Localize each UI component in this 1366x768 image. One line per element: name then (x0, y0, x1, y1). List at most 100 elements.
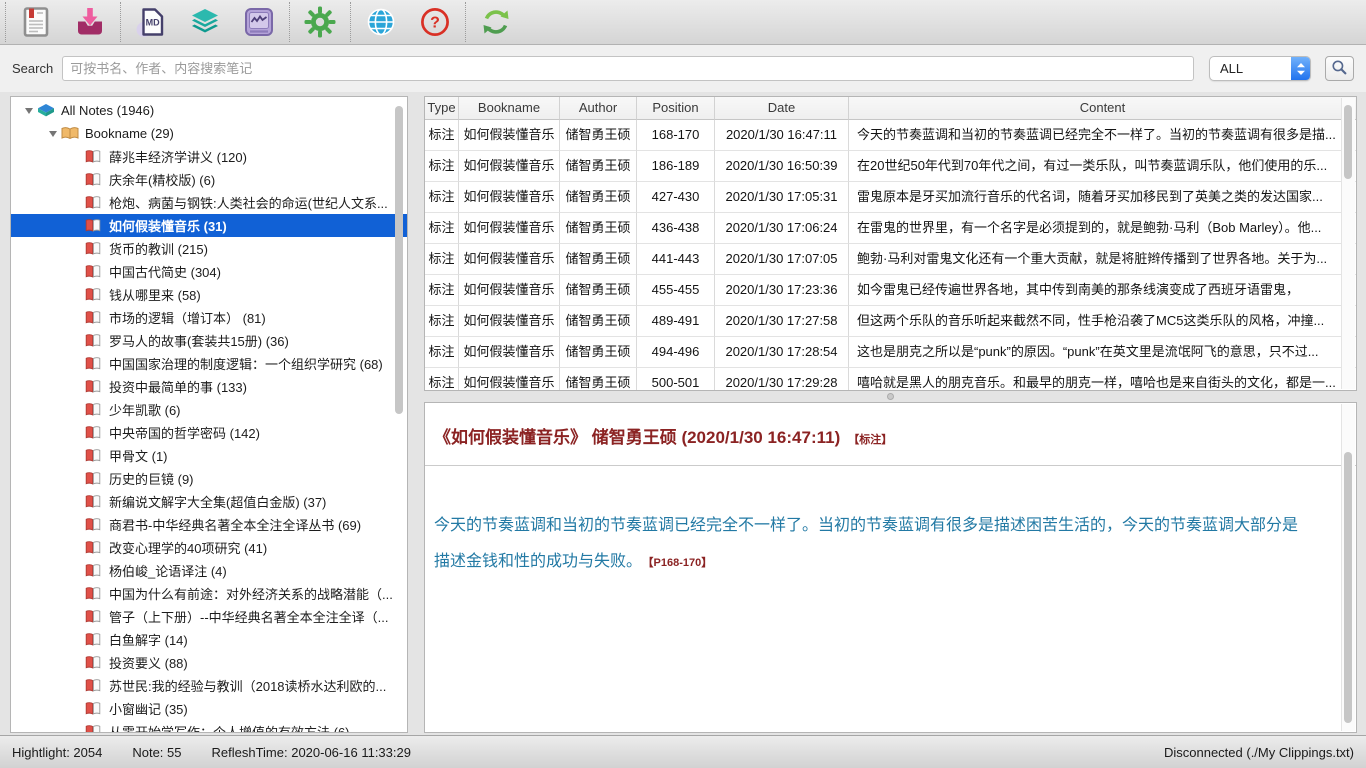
sidebar-item[interactable]: 货币的教训 (215) (11, 237, 407, 260)
layers-button[interactable] (187, 4, 223, 40)
sidebar-item[interactable]: 苏世民:我的经验与教训（2018读桥水达利欧的... (11, 674, 407, 697)
table-cell: 储智勇王硕 (560, 275, 637, 306)
sidebar-item[interactable]: 薛兆丰经济学讲义 (120) (11, 145, 407, 168)
table-row[interactable]: 标注如何假装懂音乐储智勇王硕168-1702020/1/30 16:47:11今… (425, 120, 1356, 151)
sidebar-item-label: 钱从哪里来 (58) (109, 285, 201, 304)
book-icon (85, 724, 104, 734)
sidebar-item[interactable]: 罗马人的故事(套装共15册) (36) (11, 329, 407, 352)
sidebar-item[interactable]: 杨伯峻_论语译注 (4) (11, 559, 407, 582)
book-icon (85, 540, 104, 556)
toolbar-separator (350, 2, 351, 42)
table-cell: 标注 (425, 182, 459, 213)
markdown-button[interactable]: MD (133, 4, 169, 40)
sidebar-item[interactable]: 甲骨文 (1) (11, 444, 407, 467)
table-cell: 标注 (425, 213, 459, 244)
sidebar-item[interactable]: 从零开始学写作：个人增值的有效方法 (6) (11, 720, 407, 733)
sidebar-scrollbar[interactable] (393, 98, 406, 731)
web-button[interactable] (363, 4, 399, 40)
sidebar-item[interactable]: 白鱼解字 (14) (11, 628, 407, 651)
table-cell: 2020/1/30 17:27:58 (715, 306, 849, 337)
sidebar-item[interactable]: Bookname (29) (11, 122, 407, 145)
status-note-count: Note: 55 (132, 745, 181, 760)
table-row[interactable]: 标注如何假装懂音乐储智勇王硕427-4302020/1/30 17:05:31雷… (425, 182, 1356, 213)
sync-button[interactable] (478, 4, 514, 40)
sidebar-item[interactable]: 投资中最简单的事 (133) (11, 375, 407, 398)
sidebar-item[interactable]: 投资要义 (88) (11, 651, 407, 674)
table-row[interactable]: 标注如何假装懂音乐储智勇王硕186-1892020/1/30 16:50:39在… (425, 151, 1356, 182)
import-button[interactable] (72, 4, 108, 40)
dropdown-stepper-icon (1291, 57, 1310, 80)
sidebar-item[interactable]: 钱从哪里来 (58) (11, 283, 407, 306)
book-icon (85, 609, 104, 625)
table-cell: 标注 (425, 337, 459, 368)
table-cell: 如何假装懂音乐 (459, 275, 560, 306)
sidebar-item[interactable]: 管子（上下册）--中华经典名著全本全注全译（... (11, 605, 407, 628)
notes-button[interactable] (18, 4, 54, 40)
detail-scrollbar[interactable] (1341, 404, 1355, 731)
table-row[interactable]: 标注如何假装懂音乐储智勇王硕455-4552020/1/30 17:23:36如… (425, 275, 1356, 306)
table-cell: 2020/1/30 16:50:39 (715, 151, 849, 182)
table-cell: 标注 (425, 120, 459, 151)
sidebar-item-label: 甲骨文 (1) (109, 446, 168, 465)
sidebar-item[interactable]: 少年凯歌 (6) (11, 398, 407, 421)
expand-triangle-icon[interactable] (21, 108, 37, 114)
sidebar-item[interactable]: 中国国家治理的制度逻辑：一个组织学研究 (68) (11, 352, 407, 375)
table-row[interactable]: 标注如何假装懂音乐储智勇王硕436-4382020/1/30 17:06:24在… (425, 213, 1356, 244)
column-header-content[interactable]: Content (849, 97, 1356, 120)
table-row[interactable]: 标注如何假装懂音乐储智勇王硕500-5012020/1/30 17:29:28嘻… (425, 368, 1356, 391)
filter-dropdown[interactable]: ALL (1209, 56, 1311, 81)
sidebar-item-label: 商君书-中华经典名著全本全注全译丛书 (69) (109, 515, 361, 534)
table-row[interactable]: 标注如何假装懂音乐储智勇王硕441-4432020/1/30 17:07:05鲍… (425, 244, 1356, 275)
sidebar-item[interactable]: 市场的逻辑（增订本） (81) (11, 306, 407, 329)
sidebar-item[interactable]: 小窗幽记 (35) (11, 697, 407, 720)
sidebar-item[interactable]: 庆余年(精校版) (6) (11, 168, 407, 191)
sidebar-item-label: 中国国家治理的制度逻辑：一个组织学研究 (68) (109, 354, 383, 373)
column-header-date[interactable]: Date (715, 97, 849, 120)
sidebar-item[interactable]: 历史的巨镜 (9) (11, 467, 407, 490)
table-cell: 427-430 (637, 182, 715, 213)
sidebar-item[interactable]: 中央帝国的哲学密码 (142) (11, 421, 407, 444)
sidebar-item-label: 庆余年(精校版) (6) (109, 170, 215, 189)
detail-type-tag: 【标注】 (848, 434, 892, 446)
book-icon (85, 287, 104, 303)
panel-splitter[interactable] (424, 391, 1357, 402)
column-header-type[interactable]: Type (425, 97, 459, 120)
sidebar-item[interactable]: 改变心理学的40项研究 (41) (11, 536, 407, 559)
table-cell: 如何假装懂音乐 (459, 368, 560, 391)
help-button[interactable]: ? (417, 4, 453, 40)
column-header-bookname[interactable]: Bookname (459, 97, 560, 120)
table-scrollbar-thumb[interactable] (1344, 105, 1352, 179)
import-icon (74, 6, 106, 38)
sidebar-item[interactable]: 中国为什么有前途：对外经济关系的战略潜能（... (11, 582, 407, 605)
sidebar-item-label: 管子（上下册）--中华经典名著全本全注全译（... (109, 607, 389, 626)
book-icon (85, 632, 104, 648)
table-cell: 标注 (425, 368, 459, 391)
book-icon (85, 494, 104, 510)
sidebar-scrollbar-thumb[interactable] (395, 106, 403, 414)
search-input[interactable] (62, 56, 1194, 81)
table-row[interactable]: 标注如何假装懂音乐储智勇王硕494-4962020/1/30 17:28:54这… (425, 337, 1356, 368)
statistics-button[interactable] (241, 4, 277, 40)
table-row[interactable]: 标注如何假装懂音乐储智勇王硕489-4912020/1/30 17:27:58但… (425, 306, 1356, 337)
table-body: 标注如何假装懂音乐储智勇王硕168-1702020/1/30 16:47:11今… (425, 120, 1356, 391)
splitter-handle-icon (887, 393, 894, 400)
search-button[interactable] (1325, 56, 1354, 81)
sidebar-item[interactable]: 商君书-中华经典名著全本全注全译丛书 (69) (11, 513, 407, 536)
column-header-author[interactable]: Author (560, 97, 637, 120)
sidebar-item[interactable]: 枪炮、病菌与钢铁:人类社会的命运(世纪人文系... (11, 191, 407, 214)
expand-triangle-icon[interactable] (45, 131, 61, 137)
book-icon (85, 218, 104, 234)
table-header: TypeBooknameAuthorPositionDateContent (425, 97, 1356, 120)
sidebar-item[interactable]: 新编说文解字大全集(超值白金版) (37) (11, 490, 407, 513)
sidebar-item[interactable]: All Notes (1946) (11, 99, 407, 122)
toolbar-icons: MD? (0, 0, 1366, 44)
sidebar-item[interactable]: 中国古代简史 (304) (11, 260, 407, 283)
table-scrollbar[interactable] (1341, 98, 1355, 389)
detail-scrollbar-thumb[interactable] (1344, 452, 1352, 723)
column-header-position[interactable]: Position (637, 97, 715, 120)
sidebar-item-label: 中国为什么有前途：对外经济关系的战略潜能（... (109, 584, 393, 603)
notes-icon (20, 6, 52, 38)
settings-button[interactable] (302, 4, 338, 40)
table-cell: 2020/1/30 17:23:36 (715, 275, 849, 306)
sidebar-item[interactable]: 如何假装懂音乐 (31) (11, 214, 407, 237)
